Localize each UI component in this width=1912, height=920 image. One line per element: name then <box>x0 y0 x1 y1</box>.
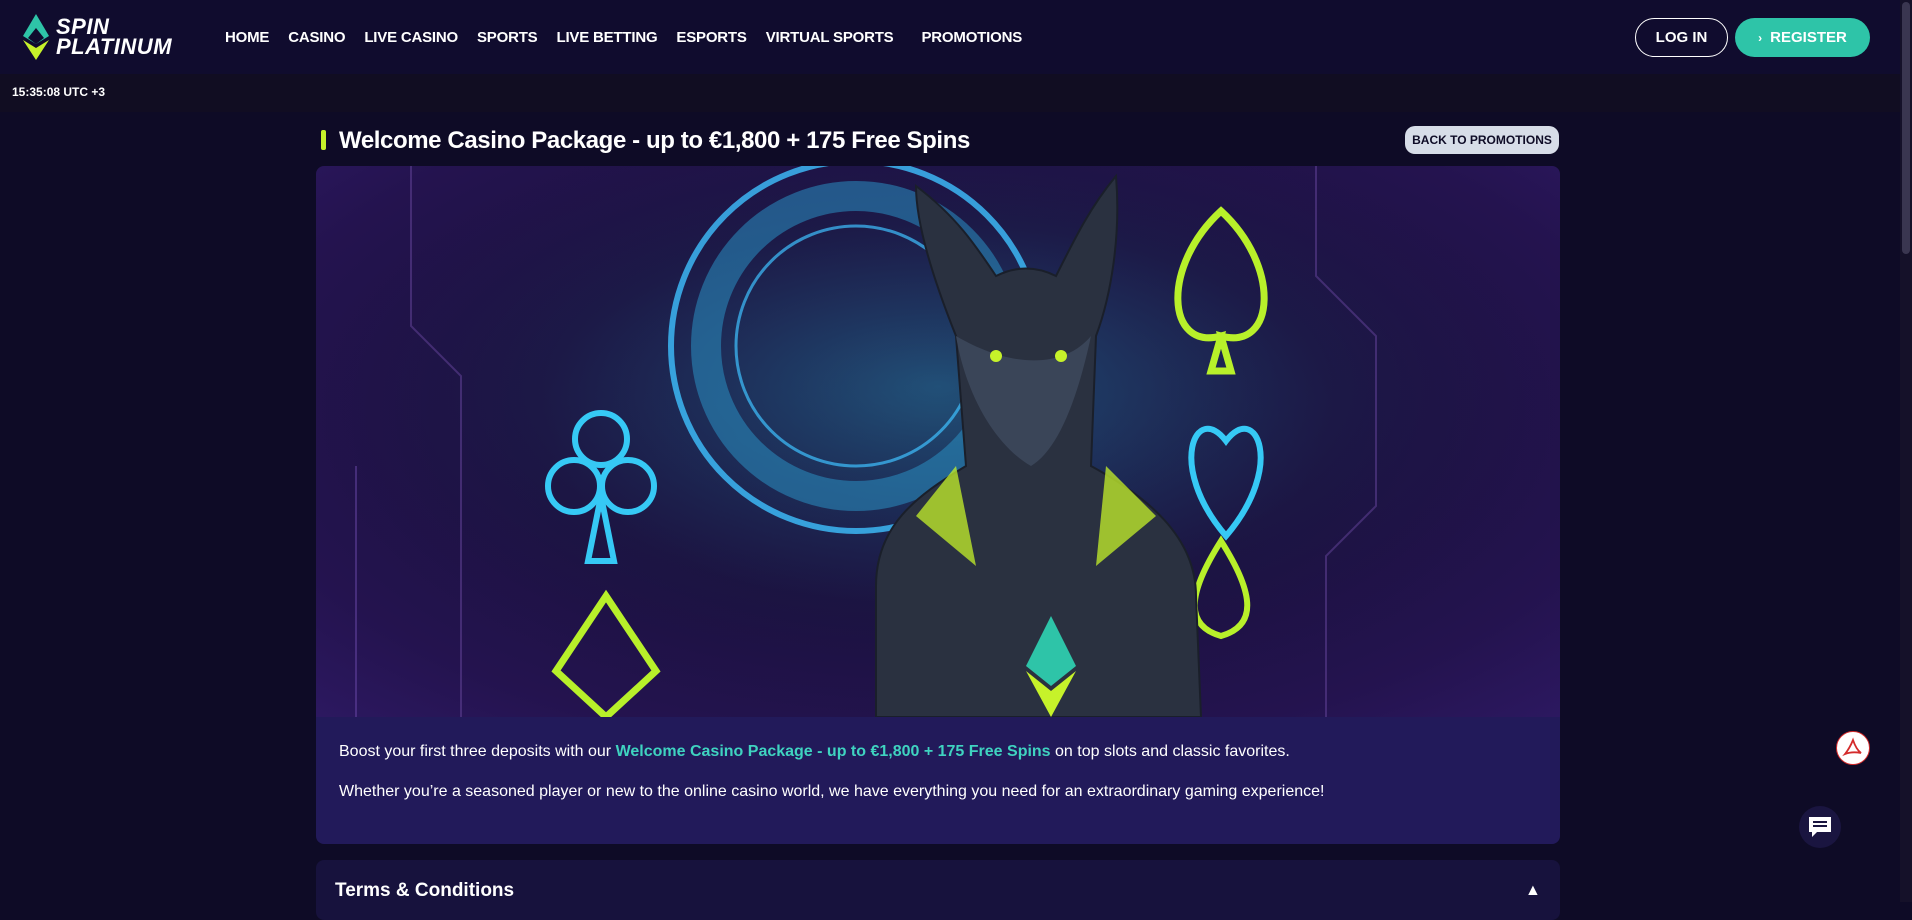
clock-display: 15:35:08 UTC +3 <box>12 85 106 99</box>
wolf-banner-image <box>316 166 1560 717</box>
main-nav: HOME CASINO LIVE CASINO SPORTS LIVE BETT… <box>225 0 1041 74</box>
title-accent-bar <box>321 130 326 150</box>
description-paragraph-1: Boost your first three deposits with our… <box>339 742 1537 762</box>
nav-live-casino[interactable]: LIVE CASINO <box>364 29 458 46</box>
promo-highlight-link[interactable]: Welcome Casino Package - up to €1,800 + … <box>616 743 1051 760</box>
logo-line-2: PLATINUM <box>56 34 173 59</box>
site-header: SPIN PLATINUM HOME CASINO LIVE CASINO SP… <box>0 0 1912 74</box>
nav-esports[interactable]: ESPORTS <box>676 29 746 46</box>
nav-live-betting[interactable]: LIVE BETTING <box>556 29 657 46</box>
description-paragraph-2: Whether you’re a seasoned player or new … <box>339 783 1325 800</box>
register-label: REGISTER <box>1770 29 1847 46</box>
login-button[interactable]: LOG IN <box>1635 18 1728 57</box>
desc1-before: Boost your first three deposits with our <box>339 743 616 760</box>
terms-title: Terms & Conditions <box>335 880 515 901</box>
collapse-arrow-icon[interactable]: ▲ <box>1525 882 1541 900</box>
pdf-icon[interactable] <box>1836 731 1870 765</box>
nav-promotions[interactable]: PROMOTIONS <box>922 29 1023 46</box>
desc1-after: on top slots and classic favorites. <box>1050 743 1290 760</box>
nav-home[interactable]: HOME <box>225 29 269 46</box>
chat-bubble-glyph <box>1809 817 1831 837</box>
register-button[interactable]: › REGISTER <box>1735 18 1870 57</box>
page-title-row: Welcome Casino Package - up to €1,800 + … <box>316 126 1560 156</box>
back-to-promotions-button[interactable]: BACK TO PROMOTIONS <box>1405 126 1559 154</box>
nav-sports[interactable]: SPORTS <box>477 29 538 46</box>
nav-virtual-sports[interactable]: VIRTUAL SPORTS <box>766 29 894 46</box>
banner-artwork <box>316 166 1560 717</box>
promo-description: Boost your first three deposits with our… <box>316 717 1560 844</box>
chat-icon[interactable] <box>1799 806 1841 848</box>
nav-casino[interactable]: CASINO <box>288 29 345 46</box>
page-scrollbar[interactable] <box>1900 0 1912 902</box>
sub-bar <box>0 74 1900 112</box>
spin-platinum-logo[interactable]: SPIN PLATINUM <box>22 12 182 62</box>
pdf-glyph <box>1842 737 1862 757</box>
chevron-right-icon: › <box>1758 30 1763 45</box>
logo-diamond-icon <box>23 14 49 60</box>
scrollbar-thumb[interactable] <box>1902 2 1910 254</box>
terms-accordion[interactable]: Terms & Conditions ▲ <box>316 860 1560 920</box>
page-title: Welcome Casino Package - up to €1,800 + … <box>339 127 970 154</box>
